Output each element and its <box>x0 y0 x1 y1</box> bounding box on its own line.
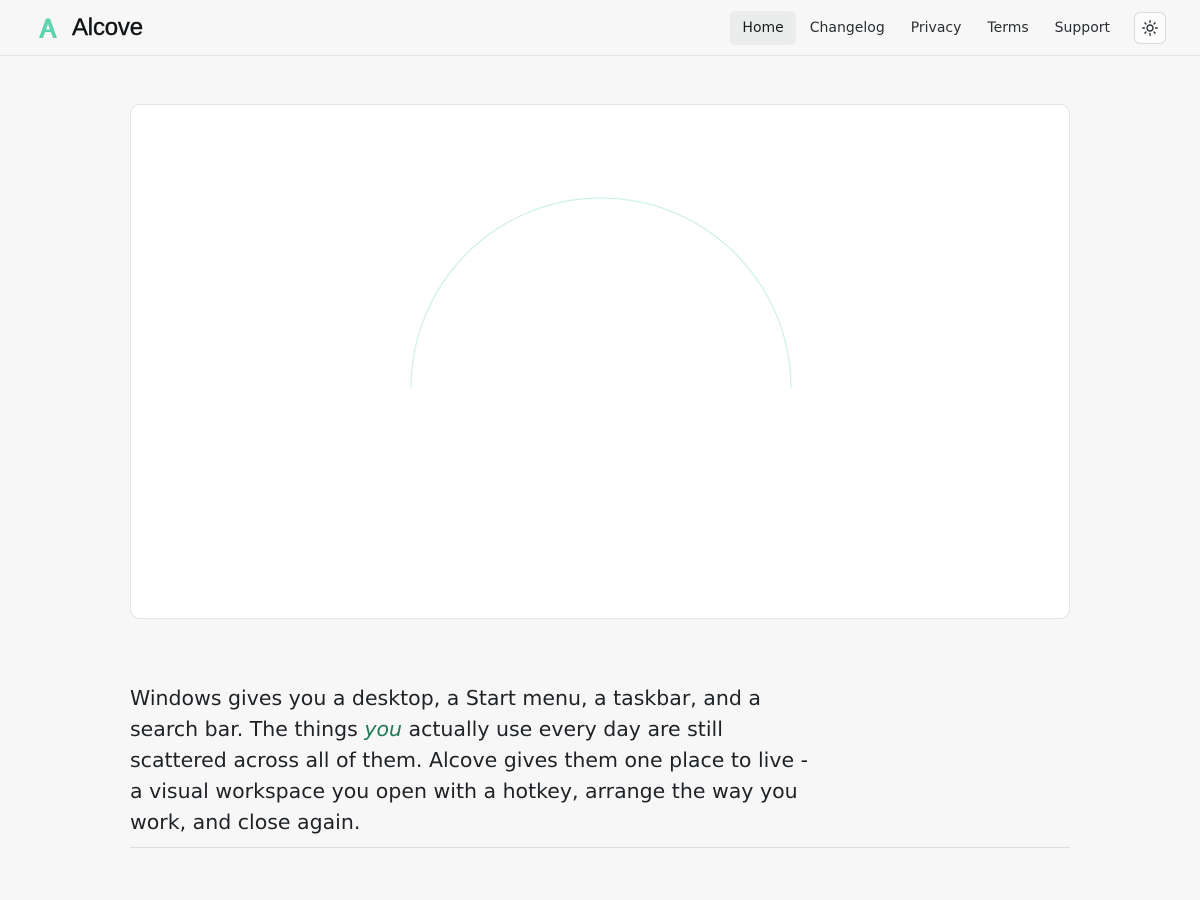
nav-changelog[interactable]: Changelog <box>798 11 897 45</box>
nav-support[interactable]: Support <box>1043 11 1122 45</box>
arc-loader-icon <box>410 197 792 389</box>
section-divider <box>130 847 1070 848</box>
alcove-logo-icon <box>39 18 57 38</box>
intro-emphasis: you <box>364 717 403 741</box>
nav-home[interactable]: Home <box>730 11 796 45</box>
brand[interactable]: Alcove <box>38 12 143 44</box>
theme-toggle-button[interactable] <box>1134 12 1166 44</box>
nav-terms[interactable]: Terms <box>975 11 1040 45</box>
main-nav: Home Changelog Privacy Terms Support <box>728 10 1166 46</box>
intro-paragraph: Windows gives you a desktop, a Start men… <box>130 683 810 838</box>
top-nav-bar: Alcove Home Changelog Privacy Terms Supp… <box>0 0 1200 56</box>
sun-icon <box>1142 20 1158 36</box>
nav-privacy[interactable]: Privacy <box>899 11 974 45</box>
hero-media-card <box>130 104 1070 619</box>
brand-name: Alcove <box>72 14 143 41</box>
